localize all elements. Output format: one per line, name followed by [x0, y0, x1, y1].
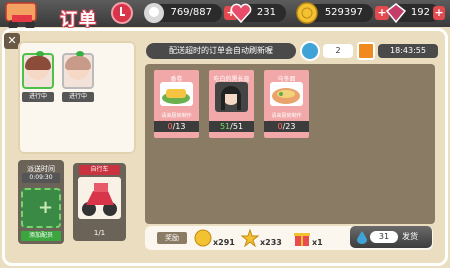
reward-amount: x233: [260, 238, 282, 247]
avatar-hair: [65, 56, 91, 70]
dish-icon: [160, 82, 193, 106]
customer-count: 2: [323, 44, 353, 58]
ship-label: 发货: [402, 232, 418, 241]
customer-status: 进行中: [62, 92, 94, 102]
heart-icon: [230, 3, 252, 24]
customer-panel: 进行中 进行中: [18, 41, 136, 154]
vehicle-label: 自行车: [79, 165, 120, 175]
order-state: 请来厨房制作: [161, 113, 192, 119]
character-icon: [215, 82, 248, 112]
scooter-icon: [78, 177, 121, 219]
order-card[interactable]: 香卷 请来厨房制作 ✕ 0/13: [154, 70, 199, 138]
add-delivery-label: 添加配员: [21, 231, 61, 241]
order-state: 请来厨房制作: [271, 113, 302, 119]
order-progress: 0/23: [264, 121, 309, 132]
clock-button[interactable]: [111, 2, 133, 24]
customer-avatar[interactable]: [62, 51, 94, 89]
coin-icon: [194, 229, 212, 247]
order-card[interactable]: 吃白的黑长直 51/51: [209, 70, 254, 138]
dish-icon: [270, 82, 303, 106]
add-delivery-slot[interactable]: +: [21, 188, 61, 228]
reward-label: 奖励: [157, 232, 187, 244]
star-icon: [241, 229, 259, 247]
page-title: 订单: [60, 10, 98, 30]
customer-count-icon: [300, 41, 320, 61]
delivery-time: 0:09:30: [22, 173, 60, 183]
gift-icon: [294, 233, 310, 246]
delivery-panel: 派送时间 0:09:30 + 添加配员: [18, 160, 64, 244]
gem-icon: [385, 3, 407, 24]
vehicle-panel[interactable]: 自行车 1/1: [73, 163, 126, 241]
notice-banner: 配送超时的订单会自动刷新喔: [146, 43, 296, 59]
water-drop-icon: [357, 231, 367, 244]
chef-hat-icon: [144, 3, 164, 23]
add-gems-button[interactable]: +: [433, 6, 445, 20]
scooter-icon: [5, 2, 37, 30]
reward-amount: x1: [312, 238, 323, 247]
clock-icon: [357, 42, 375, 60]
plus-icon: +: [38, 197, 54, 218]
vehicle-count: 1/1: [93, 229, 106, 237]
ship-cost: 31: [370, 231, 398, 243]
avatar-hair: [25, 56, 51, 70]
customer-avatar[interactable]: [22, 51, 54, 89]
refresh-timer: 18:43:55: [378, 44, 438, 58]
customer-status: 进行中: [22, 92, 54, 102]
order-progress: 0/13: [154, 121, 199, 132]
order-card[interactable]: 乌冬面 请来厨房制作 ✕ 0/23: [264, 70, 309, 138]
coin-icon: [296, 2, 318, 24]
reward-amount: x291: [213, 238, 235, 247]
order-progress: 51/51: [209, 121, 254, 132]
